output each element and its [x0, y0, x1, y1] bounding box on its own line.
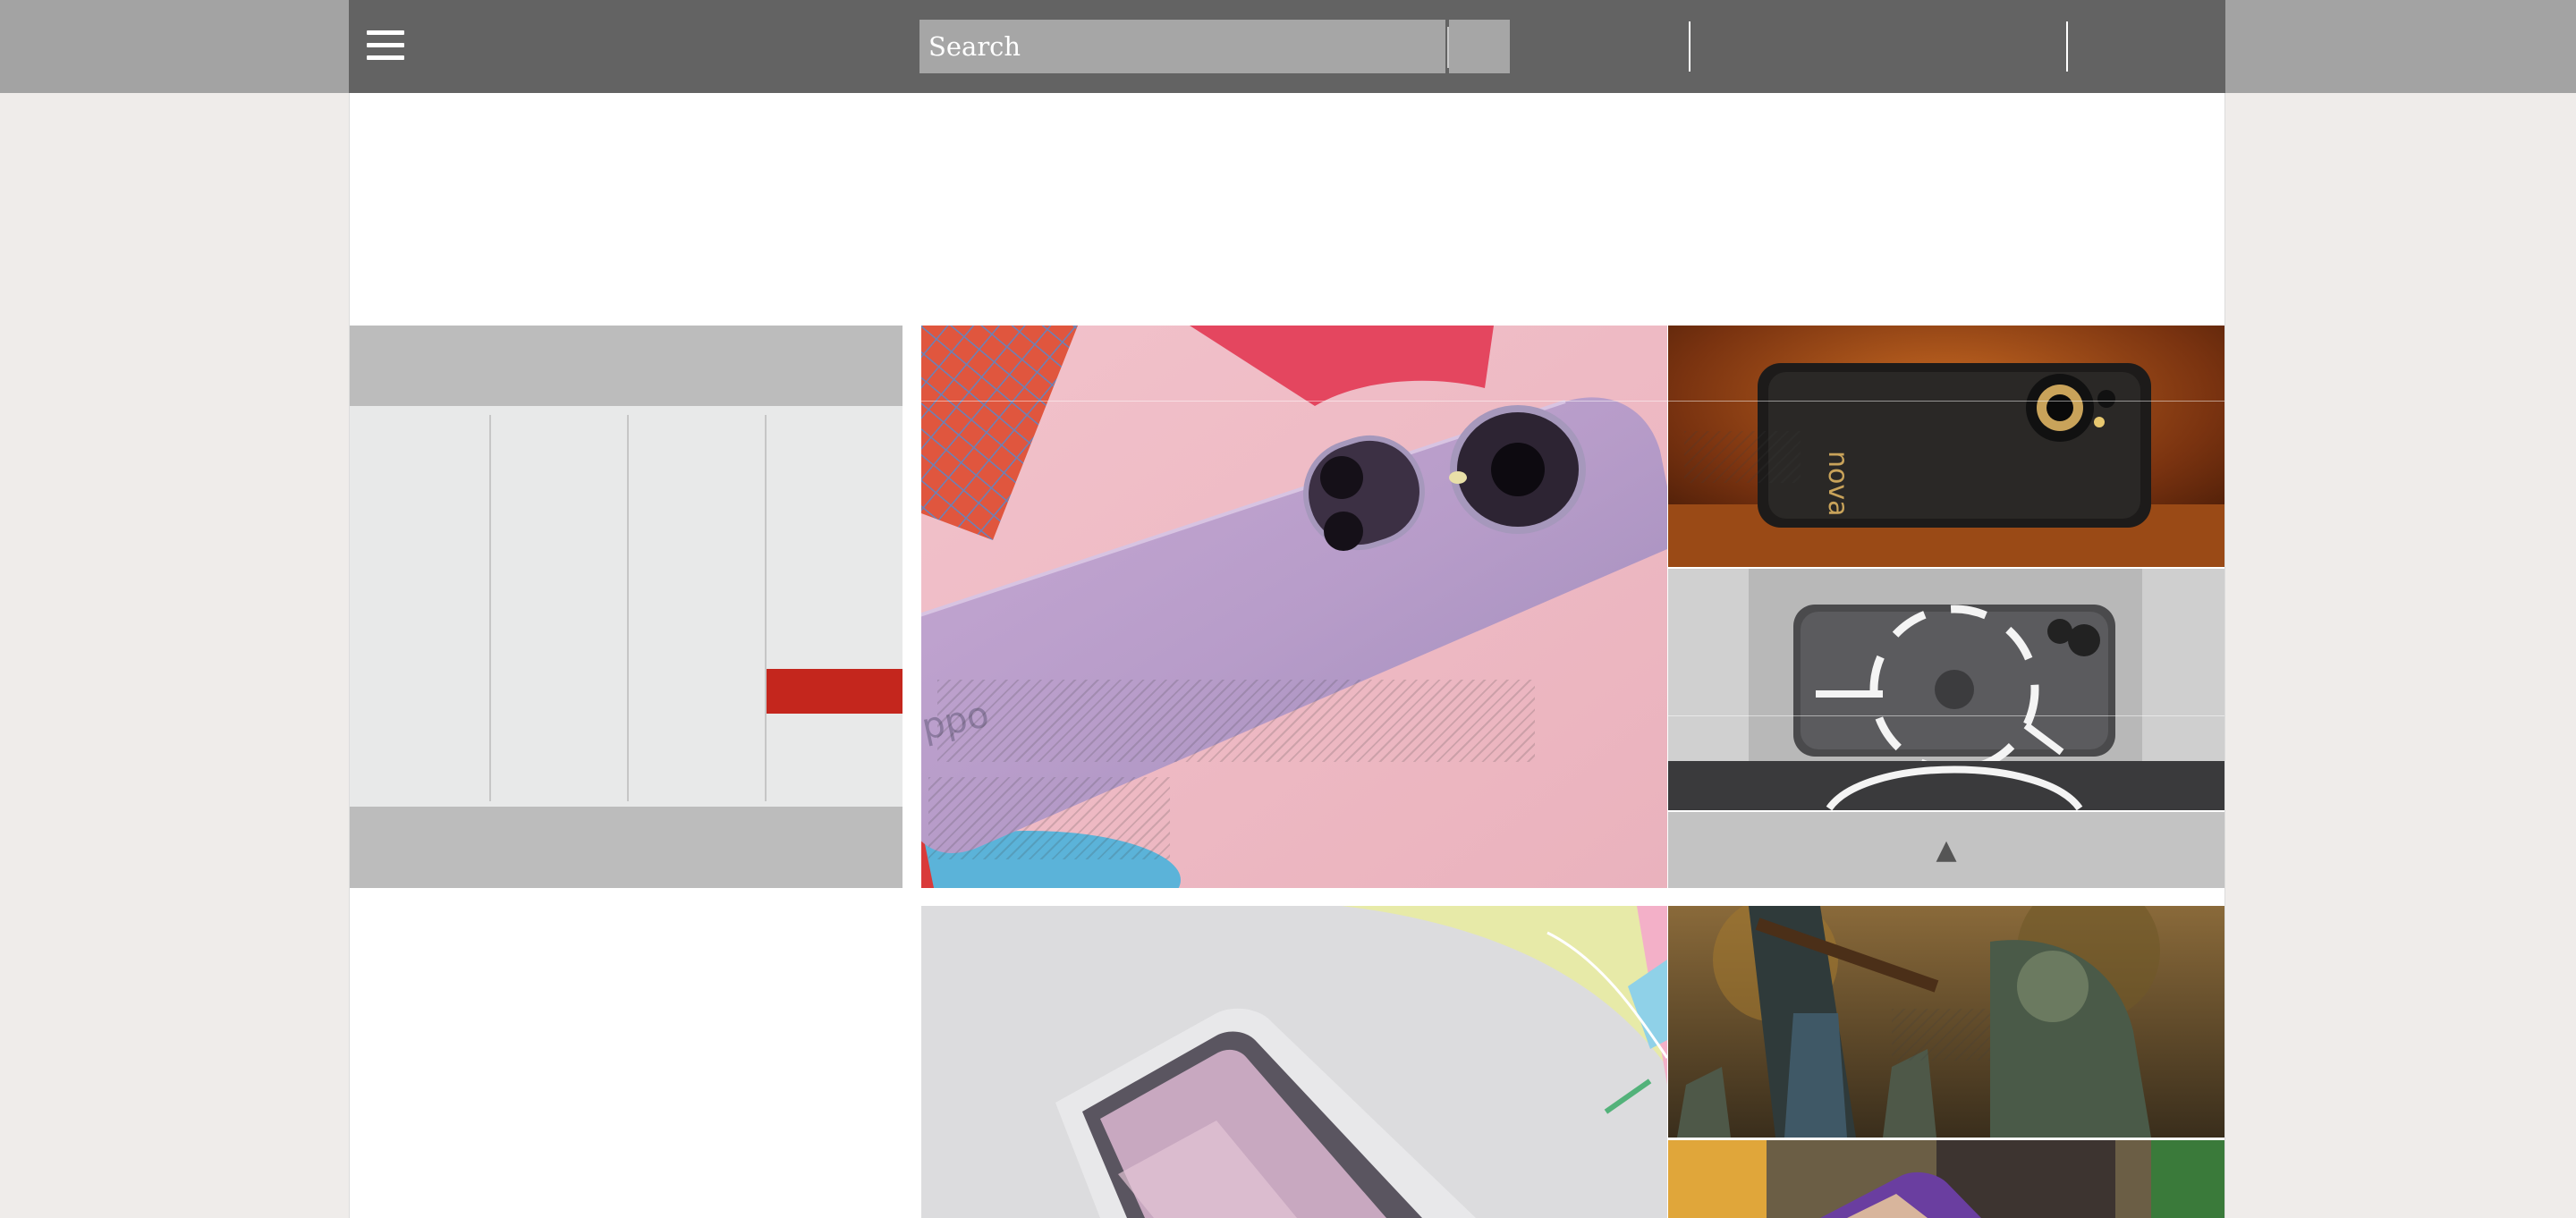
image-overlay-pattern — [1892, 1009, 1990, 1061]
triangle-up-icon: ▲ — [1936, 834, 1957, 866]
top-navigation-bar — [349, 0, 2225, 93]
nav-separator — [1689, 21, 1690, 72]
glyph-phone-photo — [1668, 569, 2224, 810]
search-box — [919, 20, 1445, 73]
article-thumbnail[interactable]: nova — [1668, 326, 2224, 567]
search-input[interactable] — [919, 20, 1445, 73]
widget-column-divider — [489, 415, 491, 801]
widget-highlight-tab[interactable] — [767, 669, 902, 714]
phone-on-stand-photo — [921, 906, 1667, 1218]
image-overlay-pattern — [1684, 431, 1801, 483]
widget-footer — [350, 807, 902, 888]
article-thumbnail[interactable] — [1668, 1140, 2224, 1218]
hamburger-menu-icon[interactable] — [367, 30, 404, 63]
svg-text:nova: nova — [1822, 451, 1853, 517]
overlay-line — [921, 401, 2224, 402]
featured-article-image[interactable]: ppo — [921, 326, 1667, 888]
article-thumbnail[interactable] — [1668, 906, 2224, 1138]
nav-separator — [2066, 21, 2068, 72]
image-overlay-pattern — [937, 680, 1535, 762]
ad-banner-area — [350, 93, 2224, 326]
widget-header — [350, 326, 902, 406]
scroll-to-top-button[interactable]: ▲ — [1668, 812, 2224, 888]
article-thumbnail[interactable] — [921, 906, 1667, 1218]
image-overlay-pattern — [928, 777, 1170, 859]
article-thumbnail[interactable] — [1668, 569, 2224, 810]
widget-body — [350, 406, 902, 807]
overlay-line — [1668, 715, 2224, 716]
widget-column-divider — [765, 415, 767, 801]
search-button[interactable] — [1449, 20, 1510, 73]
sidebar-widget — [350, 326, 902, 888]
widget-column-divider — [627, 415, 629, 801]
product-photo — [1668, 1140, 2224, 1218]
